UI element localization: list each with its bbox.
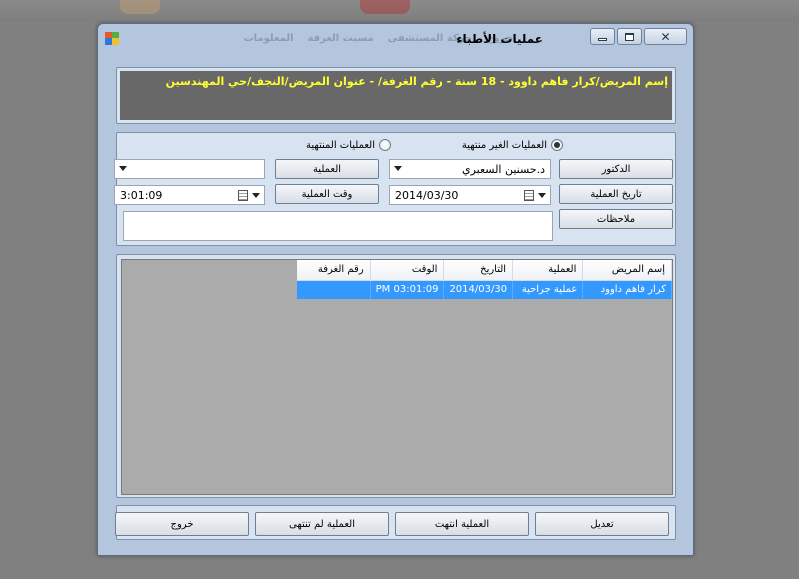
- table-row[interactable]: كرار فاهم داوود عملية جراحية 2014/03/30 …: [297, 280, 672, 299]
- cell-time[interactable]: 03:01:09 PM: [370, 280, 445, 299]
- edit-button[interactable]: تعديل: [535, 512, 669, 536]
- caption-buttons: ✕: [590, 28, 687, 45]
- operation-date-button[interactable]: تاريخ العملية: [559, 184, 673, 204]
- column-header-time[interactable]: الوقت: [370, 260, 445, 281]
- operations-table: إسم المريض العملية التاريخ الوقت رقم الغ…: [297, 260, 672, 299]
- background-menu: خروج حركة المستشفى مسيت الغرفة المعلومات: [128, 33, 513, 44]
- cell-operation[interactable]: عملية جراحية: [512, 280, 584, 299]
- operation-date-picker[interactable]: 2014/03/30: [389, 185, 551, 205]
- column-header-room-number[interactable]: رقم الغرفة: [297, 260, 371, 281]
- close-button[interactable]: ✕: [644, 28, 687, 45]
- radio-unfinished-label: العمليات الغير منتهية: [461, 139, 547, 151]
- close-icon: ✕: [660, 29, 671, 44]
- doctor-select[interactable]: د.حسنين السعبري: [389, 159, 551, 179]
- background-menu-item: مسيت الغرفة: [307, 33, 374, 44]
- operation-button[interactable]: العملية: [275, 159, 379, 179]
- operation-not-finished-button[interactable]: العملية لم تنتهى: [255, 512, 389, 536]
- radio-finished-label: العمليات المنتهية: [305, 139, 375, 151]
- background-desktop: [0, 0, 799, 22]
- operations-window: خروج حركة المستشفى مسيت الغرفة المعلومات…: [97, 23, 694, 556]
- patient-header-panel: إسم المريض/كرار فاهم داوود - 18 سنة - رق…: [116, 67, 676, 124]
- radio-dot-icon: [379, 139, 391, 151]
- background-decoration: [360, 0, 410, 14]
- calendar-icon: [524, 190, 534, 201]
- operation-finished-button[interactable]: العملية انتهت: [395, 512, 529, 536]
- operation-select[interactable]: [114, 159, 265, 179]
- background-menu-item: المعلومات: [243, 33, 294, 44]
- window-client-area: إسم المريض/كرار فاهم داوود - 18 سنة - رق…: [110, 62, 682, 545]
- chevron-down-icon: [538, 193, 546, 198]
- column-header-patient-name[interactable]: إسم المريض: [582, 260, 672, 281]
- operations-grid-panel: إسم المريض العملية التاريخ الوقت رقم الغ…: [116, 254, 676, 498]
- operation-time-value: 3:01:09: [120, 188, 163, 202]
- cell-patient-name[interactable]: كرار فاهم داوود: [582, 280, 672, 299]
- minimize-button[interactable]: [590, 28, 615, 45]
- maximize-button[interactable]: [617, 28, 642, 45]
- minimize-icon: [598, 37, 607, 41]
- operation-form-panel: العمليات الغير منتهية العمليات المنتهية …: [114, 132, 676, 246]
- radio-unfinished-operations[interactable]: العمليات الغير منتهية: [462, 139, 563, 151]
- calendar-icon: [238, 190, 248, 201]
- notes-textarea[interactable]: [123, 211, 553, 241]
- chevron-down-icon: [252, 193, 260, 198]
- exit-button[interactable]: خروج: [115, 512, 249, 536]
- doctor-button[interactable]: الدكتور: [559, 159, 673, 179]
- app-icon: [105, 32, 119, 45]
- table-header-row: إسم المريض العملية التاريخ الوقت رقم الغ…: [297, 260, 672, 281]
- cell-date[interactable]: 2014/03/30: [443, 280, 514, 299]
- operation-time-picker[interactable]: 3:01:09: [114, 185, 265, 205]
- doctor-select-value: د.حسنين السعبري: [461, 162, 545, 176]
- radio-finished-operations[interactable]: العمليات المنتهية: [306, 139, 391, 151]
- actions-panel: تعديل العملية انتهت العملية لم تنتهى خرو…: [115, 505, 676, 540]
- column-header-operation[interactable]: العملية: [512, 260, 584, 281]
- patient-header-text: إسم المريض/كرار فاهم داوود - 18 سنة - رق…: [120, 71, 672, 120]
- title-bar[interactable]: خروج حركة المستشفى مسيت الغرفة المعلومات…: [98, 24, 693, 54]
- operations-grid[interactable]: إسم المريض العملية التاريخ الوقت رقم الغ…: [121, 259, 673, 495]
- radio-dot-icon: [551, 139, 563, 151]
- column-header-date[interactable]: التاريخ: [443, 260, 514, 281]
- chevron-down-icon: [394, 166, 402, 171]
- operation-time-button[interactable]: وقت العملية: [275, 184, 379, 204]
- window-title: عمليات الأطباء: [456, 32, 543, 46]
- chevron-down-icon: [119, 166, 127, 171]
- cell-room-number[interactable]: [297, 280, 371, 299]
- maximize-icon: [625, 32, 634, 41]
- operation-date-value: 2014/03/30: [395, 188, 459, 202]
- notes-button[interactable]: ملاحظات: [559, 209, 673, 229]
- background-decoration: [120, 0, 160, 14]
